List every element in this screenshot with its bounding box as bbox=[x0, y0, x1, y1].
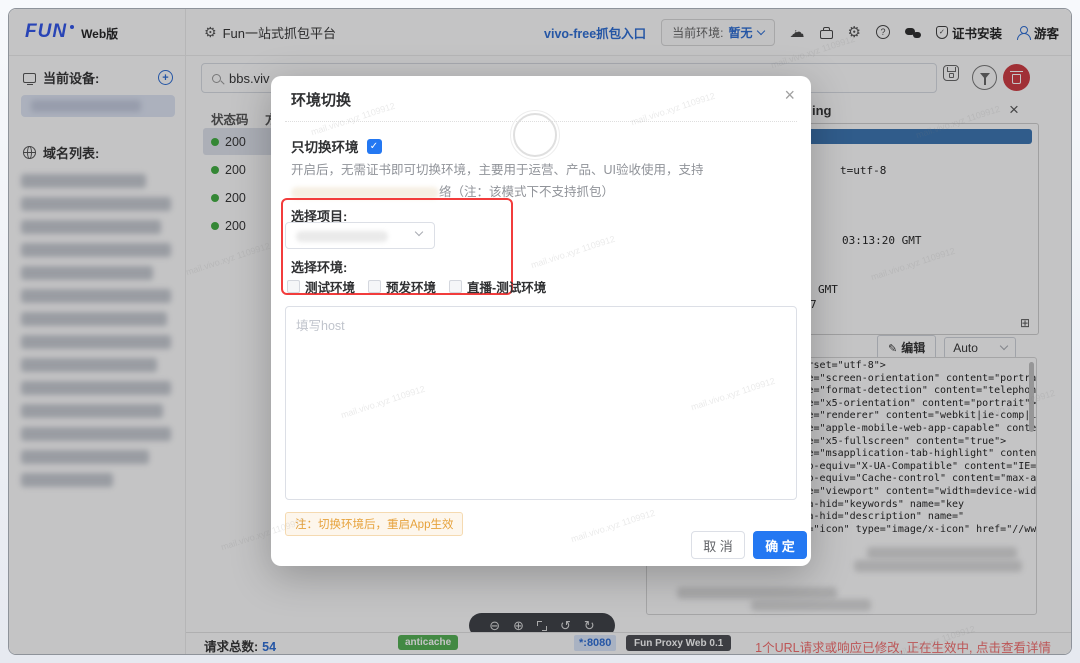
modal-title: 环境切换 bbox=[291, 89, 351, 110]
env-label: 选择环境: bbox=[291, 257, 347, 276]
blurred-selected-project bbox=[296, 231, 388, 242]
checkbox-icon bbox=[449, 280, 462, 293]
modal-close-icon[interactable]: × bbox=[784, 86, 795, 104]
env-option-test[interactable]: 测试环境 bbox=[287, 277, 355, 296]
desktop-background: FUN Web版 ⚙ Fun一站式抓包平台 vivo-free抓包入口 当前环境… bbox=[0, 0, 1080, 663]
cancel-button[interactable]: 取 消 bbox=[691, 531, 745, 559]
checkbox-icon bbox=[368, 280, 381, 293]
confirm-button[interactable]: 确 定 bbox=[753, 531, 807, 559]
blurred-text bbox=[291, 187, 439, 199]
switch-only-label: 只切换环境 bbox=[291, 136, 359, 156]
switch-only-checkbox[interactable] bbox=[367, 139, 382, 154]
project-select[interactable] bbox=[285, 222, 435, 249]
env-option-live-test[interactable]: 直播-测试环境 bbox=[449, 277, 546, 296]
env-switch-modal: 环境切换 × 只切换环境 开启后，无需证书即可切换环境，主要用于运营、产品、UI… bbox=[271, 76, 811, 566]
chevron-down-icon bbox=[415, 228, 423, 236]
env-options: 测试环境 预发环境 直播-测试环境 bbox=[287, 277, 546, 296]
loading-spinner bbox=[513, 113, 557, 157]
app-window: FUN Web版 ⚙ Fun一站式抓包平台 vivo-free抓包入口 当前环境… bbox=[8, 8, 1072, 655]
switch-only-row: 只切换环境 bbox=[291, 136, 382, 156]
env-option-staging[interactable]: 预发环境 bbox=[368, 277, 436, 296]
host-textarea[interactable] bbox=[285, 306, 797, 500]
restart-note: 注：切换环境后，重启App生效 bbox=[285, 512, 463, 536]
checkbox-icon bbox=[287, 280, 300, 293]
